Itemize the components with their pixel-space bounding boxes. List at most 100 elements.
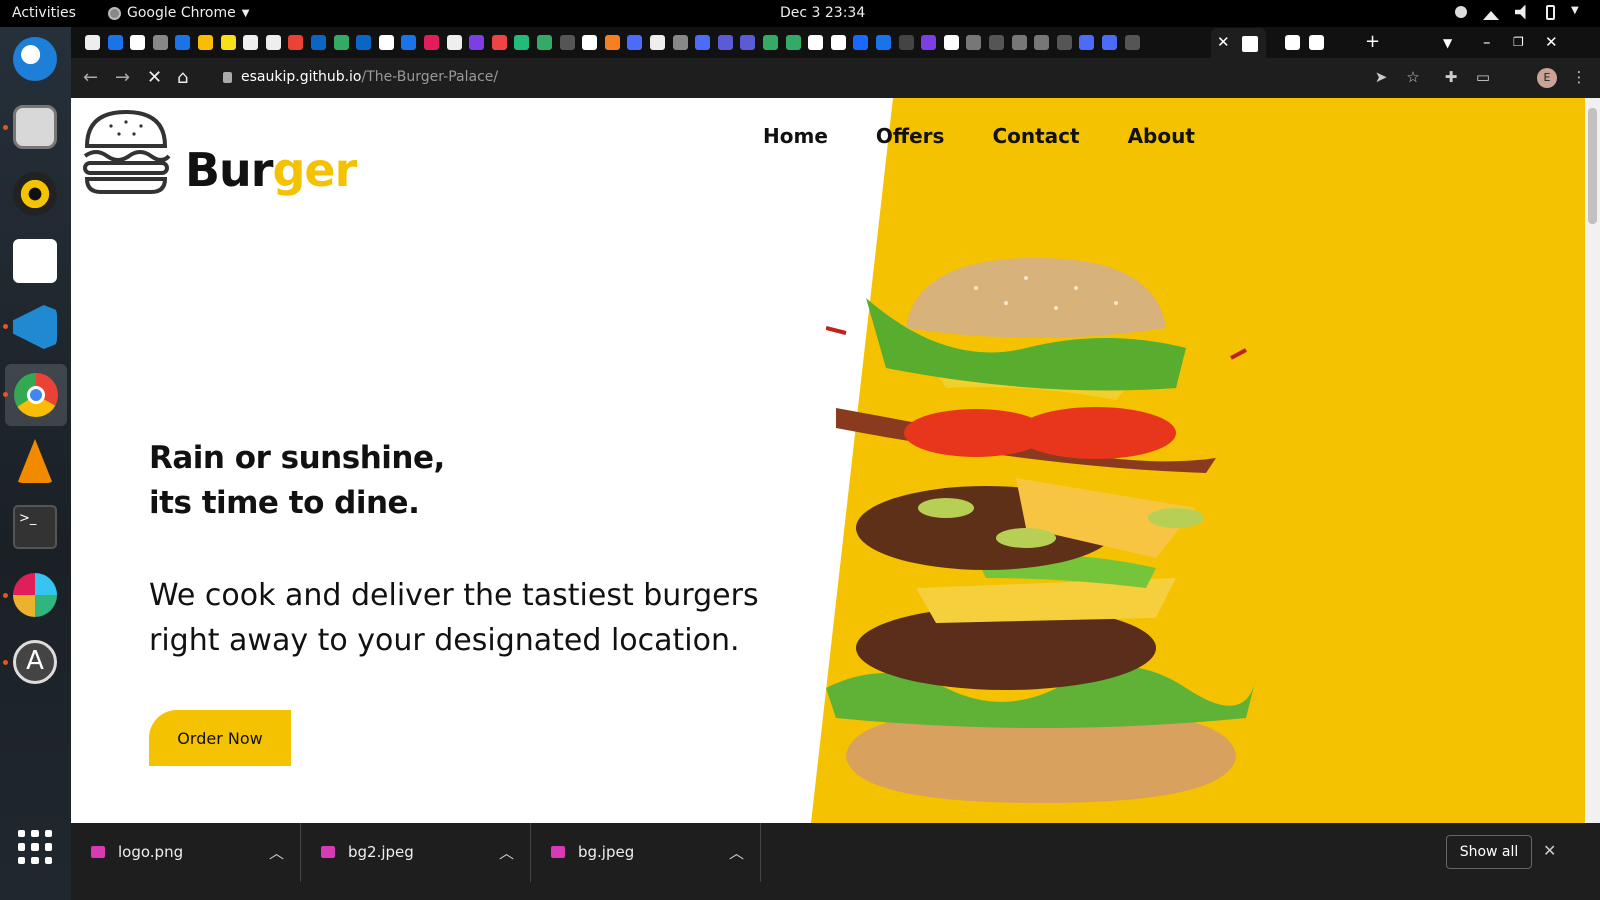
tab-favicon-icon[interactable]: [537, 35, 552, 50]
tab-favicon-icon[interactable]: [356, 35, 372, 50]
tab-search-icon[interactable]: ▼: [1443, 36, 1452, 50]
tab-favicon-icon[interactable]: [943, 35, 959, 50]
forward-icon[interactable]: →: [115, 67, 130, 88]
chevron-up-icon[interactable]: ︿: [499, 842, 514, 863]
text-editor-icon[interactable]: [13, 239, 57, 283]
tab-favicon-icon[interactable]: [107, 35, 123, 50]
send-tab-icon[interactable]: ➤: [1373, 69, 1389, 85]
tab-favicon-icon[interactable]: [424, 35, 439, 50]
tab-favicon-icon[interactable]: [265, 35, 281, 50]
profile-avatar[interactable]: E: [1537, 68, 1557, 88]
tab-favicon-icon[interactable]: [152, 35, 168, 50]
close-window-icon[interactable]: ✕: [1545, 33, 1558, 51]
page-scrollbar[interactable]: [1585, 98, 1600, 823]
stop-loading-icon[interactable]: ✕: [147, 67, 162, 88]
download-item[interactable]: bg.jpeg ︿: [531, 823, 761, 882]
close-downloads-icon[interactable]: ✕: [1543, 841, 1556, 860]
tab-favicon-icon[interactable]: [1285, 35, 1300, 50]
tab-favicon-icon[interactable]: [672, 35, 688, 50]
tab-favicon-icon[interactable]: [627, 35, 643, 50]
order-now-button[interactable]: Order Now: [149, 710, 291, 766]
scrollbar-thumb[interactable]: [1588, 108, 1597, 224]
chrome-dock-icon[interactable]: [5, 364, 67, 426]
nav-contact[interactable]: Contact: [992, 124, 1079, 148]
more-menu-icon[interactable]: ⋮: [1571, 69, 1587, 85]
tab-favicon-icon[interactable]: [85, 35, 100, 50]
rhythmbox-icon[interactable]: [13, 172, 57, 216]
download-item[interactable]: logo.png ︿: [71, 823, 301, 882]
back-icon[interactable]: ←: [83, 67, 98, 88]
files-icon[interactable]: [13, 105, 57, 149]
extensions-icon[interactable]: ✚: [1443, 69, 1459, 85]
new-tab-icon[interactable]: +: [1365, 31, 1380, 52]
tab-favicon-icon[interactable]: [966, 35, 982, 50]
address-bar[interactable]: esaukip.github.io/The-Burger-Palace/: [203, 63, 1363, 93]
nav-offers[interactable]: Offers: [876, 124, 945, 148]
tab-favicon-icon[interactable]: [378, 35, 394, 50]
tab-favicon-icon[interactable]: [198, 35, 213, 50]
tab-favicon-icon[interactable]: [1056, 35, 1072, 50]
home-icon[interactable]: ⌂: [177, 67, 188, 88]
tab-favicon-icon[interactable]: [1011, 35, 1027, 50]
software-center-icon[interactable]: A: [13, 640, 57, 684]
tab-favicon-icon[interactable]: [514, 35, 530, 50]
tab-favicon-icon[interactable]: [491, 35, 507, 50]
chevron-up-icon[interactable]: ︿: [729, 842, 744, 863]
tab-favicon-icon[interactable]: [830, 35, 846, 50]
tab-favicon-icon[interactable]: [695, 35, 711, 50]
tab-favicon-icon[interactable]: [311, 35, 326, 50]
site-brand[interactable]: Burger: [185, 143, 357, 197]
tab-favicon-icon[interactable]: [763, 35, 778, 50]
tab-favicon-icon[interactable]: [740, 35, 756, 50]
system-tray[interactable]: ▼: [1455, 4, 1586, 20]
nav-home[interactable]: Home: [763, 124, 828, 148]
bookmark-star-icon[interactable]: ☆: [1405, 69, 1421, 85]
tab-favicon-icon[interactable]: [921, 35, 937, 50]
show-applications-icon[interactable]: [18, 830, 52, 864]
active-tab[interactable]: ✕: [1211, 28, 1266, 58]
tab-favicon-icon[interactable]: [582, 35, 598, 50]
tab-favicon-icon[interactable]: [175, 35, 191, 50]
lock-icon[interactable]: [223, 72, 232, 83]
clock[interactable]: Dec 3 23:34: [780, 5, 865, 21]
terminal-icon[interactable]: >_: [13, 505, 57, 549]
tab-favicon-icon[interactable]: [288, 35, 304, 50]
tab-favicon-icon[interactable]: [220, 35, 236, 50]
tab-favicon-icon[interactable]: [559, 35, 575, 50]
tab-favicon-icon[interactable]: [1124, 35, 1140, 50]
app-menu[interactable]: Google Chrome ▼: [108, 5, 249, 21]
tab-favicon-icon[interactable]: [469, 35, 485, 50]
tab-favicon-icon[interactable]: [898, 35, 914, 50]
slack-icon[interactable]: [13, 573, 57, 617]
tab-favicon-icon[interactable]: [717, 35, 733, 50]
close-tab-icon[interactable]: ✕: [1217, 33, 1230, 51]
maximize-icon[interactable]: ❐: [1513, 35, 1524, 49]
tab-favicon-icon[interactable]: [446, 35, 462, 50]
slack-tray-icon[interactable]: [1455, 6, 1467, 18]
wifi-icon[interactable]: [1483, 4, 1499, 20]
caret-down-icon[interactable]: ▼: [1571, 5, 1586, 20]
tab-favicon-icon[interactable]: [1034, 35, 1050, 50]
tab-favicon-icon[interactable]: [808, 35, 824, 50]
tab-favicon-icon[interactable]: [333, 35, 349, 50]
chevron-up-icon[interactable]: ︿: [269, 842, 284, 863]
tab-favicon-icon[interactable]: [1309, 35, 1324, 50]
tab-favicon-icon[interactable]: [785, 35, 801, 50]
tab-favicon-icon[interactable]: [604, 35, 620, 50]
tab-favicon-icon[interactable]: [130, 35, 146, 50]
tab-favicon-icon[interactable]: [401, 35, 417, 50]
tab-favicon-icon[interactable]: [650, 35, 665, 50]
vscode-icon[interactable]: [13, 305, 57, 349]
cast-icon[interactable]: ▭: [1475, 69, 1491, 85]
tab-favicon-icon[interactable]: [989, 35, 1004, 50]
tab-favicon-icon[interactable]: [1079, 35, 1095, 50]
battery-icon[interactable]: [1546, 4, 1555, 20]
tab-favicon-icon[interactable]: [1102, 35, 1117, 50]
tab-favicon-icon[interactable]: [243, 35, 259, 50]
show-all-downloads-button[interactable]: Show all: [1446, 835, 1532, 869]
minimize-icon[interactable]: –: [1483, 33, 1491, 51]
vlc-icon[interactable]: [17, 439, 53, 483]
volume-icon[interactable]: [1515, 4, 1526, 20]
nav-about[interactable]: About: [1128, 124, 1195, 148]
activities-button[interactable]: Activities: [12, 5, 76, 21]
